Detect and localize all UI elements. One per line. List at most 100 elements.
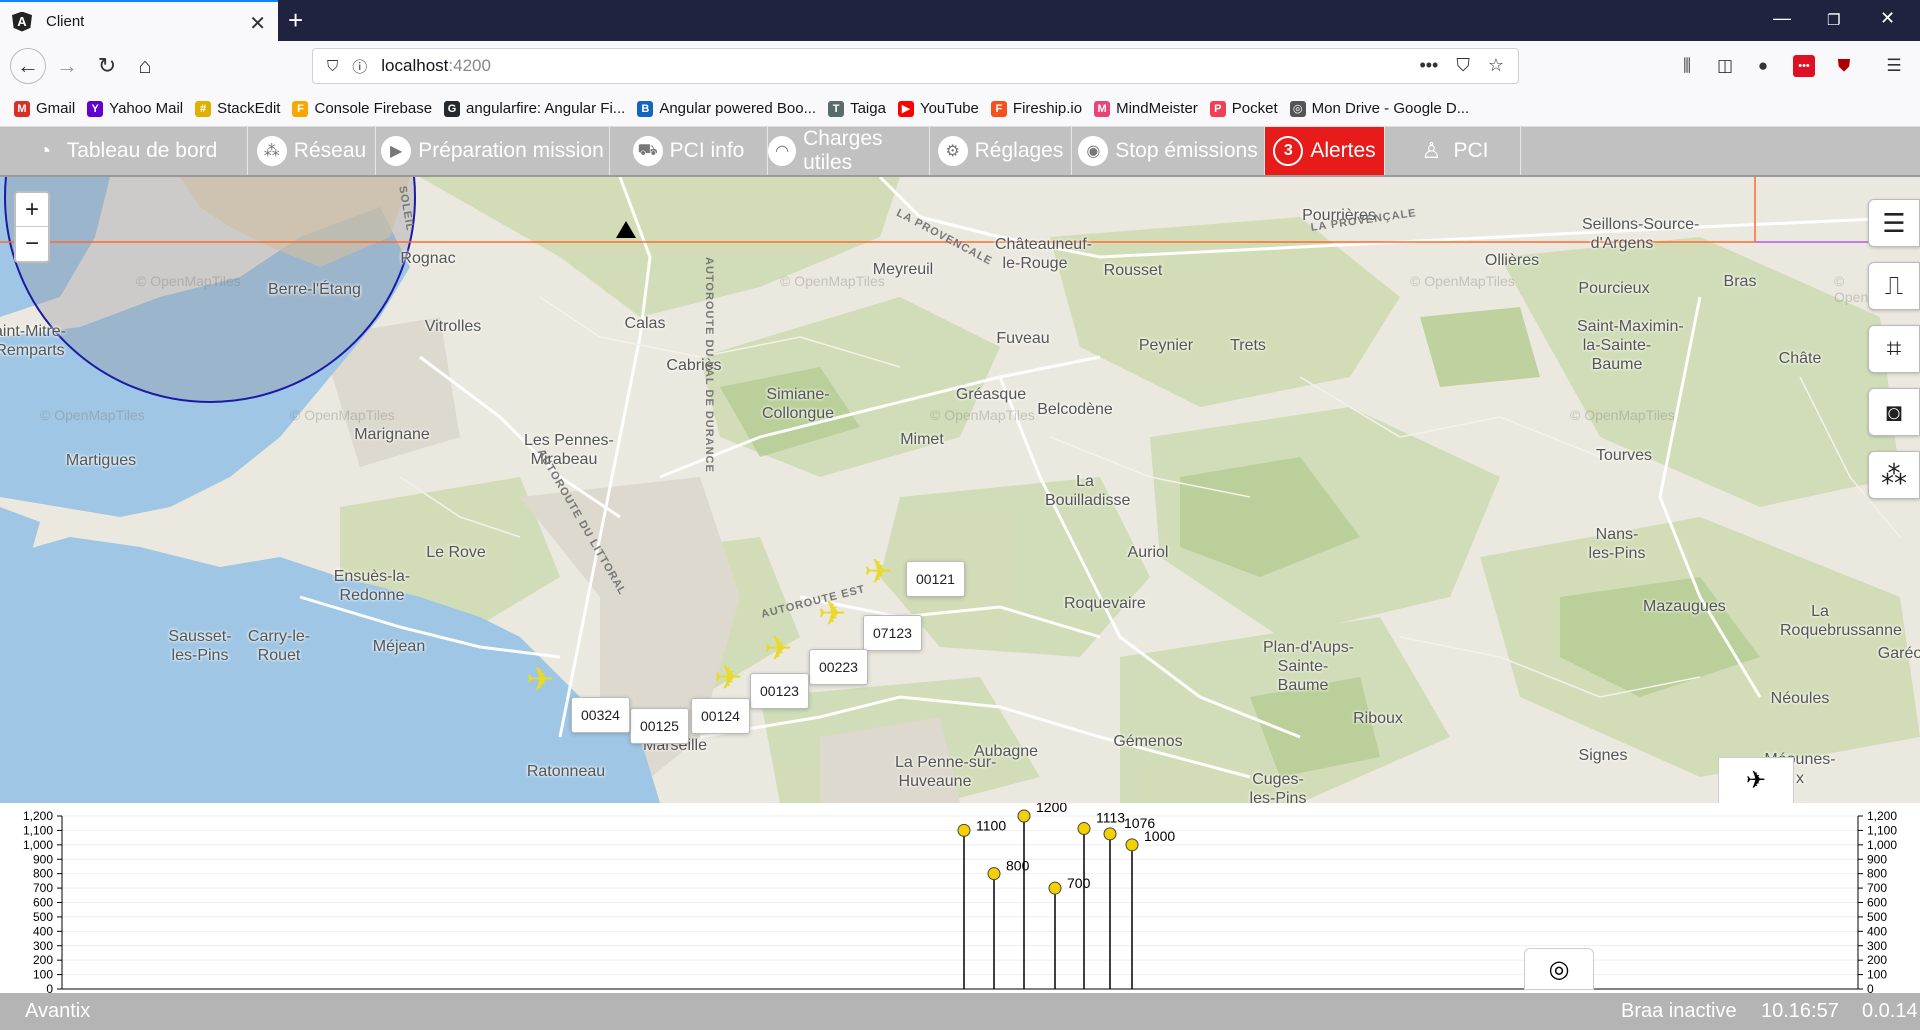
aircraft-icon[interactable]: ✈ (864, 555, 893, 589)
road-label: AUTOROUTE DU VAL DE DURANCE (703, 257, 715, 473)
extension-icon[interactable]: ••• (1793, 55, 1815, 77)
bookmark-item[interactable]: Y Yahoo Mail (87, 100, 183, 117)
place-label: Trets (1230, 337, 1266, 354)
bookmark-item[interactable]: ▶ YouTube (897, 100, 979, 117)
place-label: Sausset- les-Pins (168, 628, 232, 664)
bookmark-item[interactable]: Gangularfire: Angular Fi... (444, 100, 625, 117)
triangle-marker[interactable] (616, 221, 636, 238)
bookmark-item[interactable]: M Gmail (14, 100, 75, 117)
place-label: Plan-d'Aups- Sainte- Baume (1263, 639, 1355, 694)
bookmark-label: Fireship.io (1012, 100, 1083, 117)
menu-item[interactable]: ⚙ Réglages (930, 127, 1072, 175)
place-label: Les Pennes- Mirabeau (524, 432, 614, 468)
aircraft-icon[interactable]: ✈ (714, 661, 743, 695)
y-tick-label-right: 100 (1867, 968, 1887, 982)
aircraft-callout[interactable]: 00125 (630, 708, 689, 744)
place-label: Pourcieux (1578, 280, 1650, 297)
bookmark-item[interactable]: # StackEdit (195, 100, 280, 117)
avatar-icon[interactable]: ● (1752, 55, 1774, 77)
back-icon[interactable]: ← (10, 48, 46, 84)
new-tab-icon[interactable]: + (288, 5, 303, 36)
map-view[interactable]: Rognac Berre-l'Étang Vitrolles Calas Meyreui… (0, 177, 1920, 803)
app-name: Avantix (25, 1000, 91, 1022)
chart-toggle-button[interactable]: ◎ (1524, 948, 1594, 990)
minimize-icon[interactable]: — (1773, 8, 1791, 29)
bookmark-item[interactable]: ◎ Mon Drive - Google D... (1289, 100, 1469, 117)
menu-item[interactable]: ◉ Stop émissions (1072, 127, 1265, 175)
bookmark-item[interactable]: P Pocket (1209, 100, 1278, 117)
place-label: Nans- les-Pins (1588, 526, 1646, 562)
menu-item[interactable]: ♙ PCI (1385, 127, 1521, 175)
ublock-icon[interactable]: ⛊ (1833, 55, 1855, 77)
url-bar[interactable]: ⛉ ⓘ localhost :4200 ••• ⛉ ☆ (312, 48, 1519, 84)
aircraft-callout[interactable]: 07123 (863, 615, 922, 651)
map-side-button[interactable]: ☰ (1868, 199, 1920, 247)
aircraft-icon[interactable]: ✈ (526, 663, 555, 697)
y-tick-label: 100 (33, 968, 53, 982)
map-side-button[interactable]: ⎍ (1868, 262, 1920, 310)
close-window-icon[interactable]: ✕ (1880, 8, 1895, 29)
aircraft-callout[interactable]: 00121 (906, 561, 965, 597)
menu-item[interactable]: ▶ Préparation mission (376, 127, 610, 175)
library-icon[interactable]: ⫼ (1676, 55, 1698, 77)
more-actions-icon[interactable]: ••• (1419, 55, 1438, 76)
menu-item[interactable]: ⛟ PCI info (610, 127, 768, 175)
truck-icon: ⛟ (632, 136, 663, 166)
place-label: Rousset (1103, 262, 1163, 279)
close-tab-icon[interactable]: ✕ (249, 11, 266, 36)
map-attribution: © OpenMapTiles (136, 273, 241, 289)
shield-icon[interactable]: ⛉ (327, 58, 338, 75)
y-tick-label-right: 500 (1867, 910, 1887, 924)
aircraft-icon[interactable]: ✈ (818, 597, 847, 631)
y-tick-label: 400 (33, 924, 53, 938)
place-label: Châteauneuf- le-Rouge (995, 236, 1092, 272)
dashboard-icon: ◔ (38, 138, 52, 163)
forward-icon[interactable]: → (52, 51, 82, 81)
home-icon[interactable]: ⌂ (130, 51, 160, 81)
aircraft-view-button[interactable]: ✈ (1718, 757, 1794, 803)
map-side-button[interactable]: ⌗ (1868, 325, 1920, 373)
menu-item[interactable]: ◠ Charges utiles (768, 127, 930, 175)
zoom-in-button[interactable]: + (16, 193, 48, 227)
altitude-chart-svg: 0 0100 100200 200300 300400 400500 500600 60070… (23, 803, 1897, 993)
map-side-button[interactable]: ◙ (1868, 388, 1920, 436)
restore-icon[interactable]: ❐ (1827, 11, 1840, 29)
map-attribution: © OpenMapTiles (290, 407, 395, 423)
y-tick-label: 300 (33, 939, 53, 953)
place-label: Berre-l'Étang (268, 281, 361, 298)
aircraft-callout[interactable]: 00223 (809, 649, 868, 685)
bookmark-item[interactable]: M MindMeister (1094, 100, 1198, 117)
menu-item[interactable]: ◔ Tableau de bord (0, 127, 248, 175)
menu-item[interactable]: 3 Alertes (1265, 127, 1385, 175)
place-label: Carry-le- Rouet (247, 628, 311, 664)
place-label: Cuges- les-Pins (1249, 771, 1307, 803)
aircraft-callout[interactable]: 00124 (691, 698, 750, 734)
reload-icon[interactable]: ↻ (92, 51, 122, 81)
bookmark-label: angularfire: Angular Fi... (466, 100, 626, 117)
info-icon[interactable]: ⓘ (352, 56, 367, 77)
bookmark-item[interactable]: F Console Firebase (292, 100, 432, 117)
bookmark-star-icon[interactable]: ☆ (1488, 55, 1504, 76)
sidebar-icon[interactable]: ◫ (1714, 55, 1736, 77)
map-side-button[interactable]: ⁂ (1868, 451, 1920, 499)
menu-icon[interactable]: ☰ (1883, 55, 1905, 77)
menu-item-label: Stop émissions (1115, 139, 1258, 162)
place-label: Gréasque (955, 386, 1027, 403)
place-label: Néoules (1770, 690, 1830, 707)
place-label: Tourves (1595, 447, 1653, 464)
browser-tab[interactable]: A Client ✕ (0, 0, 278, 41)
place-label: La Bouilladisse (1045, 473, 1131, 509)
bookmark-item[interactable]: T Taiga (828, 100, 886, 117)
bookmark-item[interactable]: B Angular powered Boo... (637, 100, 816, 117)
pocket-save-icon[interactable]: ⛉ (1456, 55, 1470, 76)
zoom-out-button[interactable]: − (16, 227, 48, 261)
aircraft-callout[interactable]: 00324 (571, 697, 630, 733)
place-label: Peynier (1138, 337, 1194, 354)
aircraft-icon[interactable]: ✈ (764, 632, 793, 666)
aircraft-callout[interactable]: 00123 (750, 673, 809, 709)
pocket-icon: P (1209, 100, 1226, 117)
bookmark-item[interactable]: F Fireship.io (990, 100, 1083, 117)
y-tick-label-right: 600 (1867, 896, 1887, 910)
headset-icon: ◙ (1886, 396, 1902, 427)
menu-item[interactable]: ⁂ Réseau (248, 127, 376, 175)
